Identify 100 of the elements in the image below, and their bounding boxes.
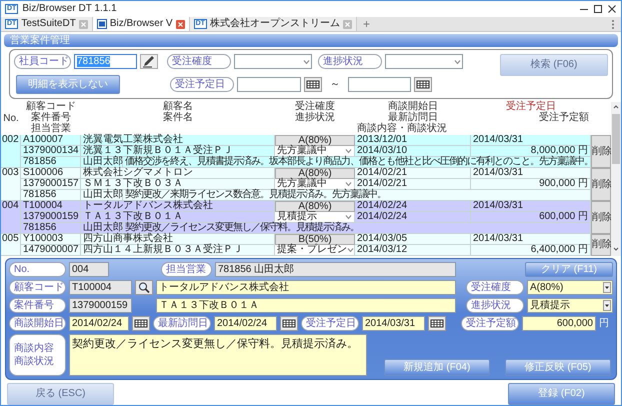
- pencil-icon[interactable]: [140, 54, 158, 69]
- page-title: 営業案件管理: [4, 34, 618, 47]
- table-cell: 2014/03/31: [471, 135, 591, 146]
- date-field[interactable]: [237, 77, 301, 92]
- certainty-cell: A(80%): [275, 135, 355, 146]
- date-field[interactable]: [348, 77, 411, 92]
- column-header: 受注予定日: [505, 102, 556, 112]
- table-cell: 900,000 円: [471, 179, 591, 190]
- certainty-select[interactable]: A(80%): [527, 280, 613, 295]
- staff-field[interactable]: 781856 山田太郎: [215, 262, 456, 277]
- table-cell: 契約更改／ライセンス変更無し／保守料。見積提示済み。: [123, 223, 591, 234]
- date-field[interactable]: 2014/02/24: [69, 316, 129, 331]
- column-header: 受注予定額: [538, 113, 590, 124]
- certainty-select[interactable]: [234, 54, 312, 69]
- field-label: 担当営業: [161, 262, 212, 277]
- table-cell: T100004: [21, 201, 81, 212]
- amount-field[interactable]: 600,000: [522, 316, 596, 331]
- calendar-icon[interactable]: [280, 316, 298, 331]
- calendar-icon[interactable]: [132, 316, 150, 331]
- column-header: 顧客名: [162, 102, 194, 112]
- delete-button[interactable]: 削除: [591, 168, 611, 201]
- field-label: 受注予定額: [461, 316, 519, 331]
- table-cell: 価格交渉を終え、見積書提示済み。坂本部長より商品力、価格とも他社と比べ圧倒的に有利とのこと。先方稟議中。: [123, 157, 591, 168]
- date-field[interactable]: 2014/02/24: [214, 316, 277, 331]
- table-cell: 2014/03/31: [471, 201, 591, 212]
- table-cell: 781856: [21, 190, 81, 201]
- calendar-icon[interactable]: [304, 77, 322, 92]
- table-cell: 洸翼電気工業株式会社: [81, 135, 275, 146]
- browser-tab[interactable]: Biz/Browser V: [92, 17, 190, 31]
- tab-label: 株式会社オープンストリーム: [210, 18, 340, 30]
- column-header: 顧客コード: [25, 102, 77, 112]
- status-select[interactable]: 先方稟議中: [275, 146, 355, 157]
- calendar-icon[interactable]: [428, 316, 446, 331]
- field-label: 顧客コード: [9, 280, 66, 295]
- table-cell: ＳＭ１３下改Ｂ０３Ａ: [81, 179, 275, 190]
- delete-button[interactable]: 削除: [591, 201, 611, 234]
- table-cell: 2014/02/21: [355, 168, 471, 179]
- field-label: 案件番号: [9, 298, 66, 313]
- column-header: 担当営業: [30, 124, 72, 135]
- column-header: 進捗状況: [294, 113, 336, 124]
- table-cell: 2014/02/24: [355, 201, 471, 212]
- table-cell: ＴＡ１３下改Ｂ０１Ａ: [81, 212, 275, 223]
- table-cell: 600,000 円: [471, 212, 591, 223]
- table-cell: 株式会社シグマメトロン: [81, 168, 275, 179]
- close-icon[interactable]: [607, 4, 617, 14]
- chevron-icon: [454, 58, 461, 64]
- search-icon[interactable]: [135, 280, 153, 295]
- column-header: 案件名: [162, 113, 194, 124]
- field-label: 最新訪問日: [153, 316, 211, 331]
- field-label: 受注確度: [167, 54, 231, 69]
- column-header: 商談内容・商談状況: [356, 124, 448, 134]
- table-cell: 2014/03/12: [355, 245, 471, 256]
- table-cell: 6,400,000 円: [471, 245, 591, 256]
- table-cell: 2014/03/31: [471, 234, 591, 245]
- calendar-icon[interactable]: [414, 77, 432, 92]
- field-label: 社員コード: [14, 54, 71, 69]
- column-header: 商談開始日: [387, 102, 439, 112]
- table-cell: 1379000159: [21, 212, 81, 223]
- field-label: No.: [9, 262, 66, 277]
- progress-select[interactable]: [385, 54, 463, 69]
- table-cell: Y100003: [21, 234, 81, 245]
- menu-icon[interactable]: [611, 19, 615, 30]
- notes-field[interactable]: 契約更改／ライセンス変更無し／保守料。見積提示済み。: [69, 334, 367, 376]
- delete-button[interactable]: 削除: [591, 135, 611, 168]
- window-title: Biz/Browser DT 1.1.1: [22, 3, 118, 15]
- new-tab-button[interactable]: +: [356, 17, 376, 31]
- status-select[interactable]: 提案・プレゼン: [275, 245, 355, 256]
- number-field[interactable]: 004: [69, 262, 109, 277]
- certainty-cell: A(80%): [275, 168, 355, 179]
- table-cell: 2014/03/31: [471, 168, 591, 179]
- chevron-icon: [347, 247, 354, 253]
- row-number: 003: [1, 168, 21, 201]
- table-cell: 781856: [21, 157, 81, 168]
- table-cell: 1379000134: [21, 146, 81, 157]
- table-cell: 2014/03/05: [355, 234, 471, 245]
- chevron-icon: [345, 148, 352, 154]
- table-cell: 2014/02/21: [355, 179, 471, 190]
- case-name-field[interactable]: ＴＡ１３下改Ｂ０１Ａ: [156, 298, 456, 313]
- column-header: 最新訪問日: [388, 113, 439, 123]
- status-select[interactable]: 見積提示: [275, 212, 355, 223]
- field-label: 商談開始日: [9, 316, 66, 331]
- maximize-icon[interactable]: [593, 4, 603, 14]
- dropdown-icon: [603, 300, 611, 311]
- progress-select[interactable]: 見積提示: [527, 298, 613, 313]
- case-number-field[interactable]: 1379000159: [69, 298, 132, 313]
- table-cell: S100006: [21, 168, 81, 179]
- customer-code-field[interactable]: T100004: [69, 280, 132, 295]
- certainty-cell: A(80%): [275, 201, 355, 212]
- dropdown-icon: [603, 282, 611, 293]
- column-header: No.: [2, 112, 20, 126]
- chevron-icon: [345, 214, 352, 220]
- status-select[interactable]: 先方稟議中: [275, 179, 355, 190]
- table-cell: 1379000157: [21, 179, 81, 190]
- range-separator: ～: [330, 78, 340, 90]
- delete-button[interactable]: 削除: [591, 234, 611, 256]
- chevron-icon: [345, 181, 352, 187]
- scrollbar[interactable]: [611, 102, 621, 256]
- date-field[interactable]: 2014/03/31: [362, 316, 425, 331]
- customer-name-field[interactable]: トータルアドバンス株式会社: [156, 280, 456, 295]
- table-cell: 1479000007: [21, 245, 81, 256]
